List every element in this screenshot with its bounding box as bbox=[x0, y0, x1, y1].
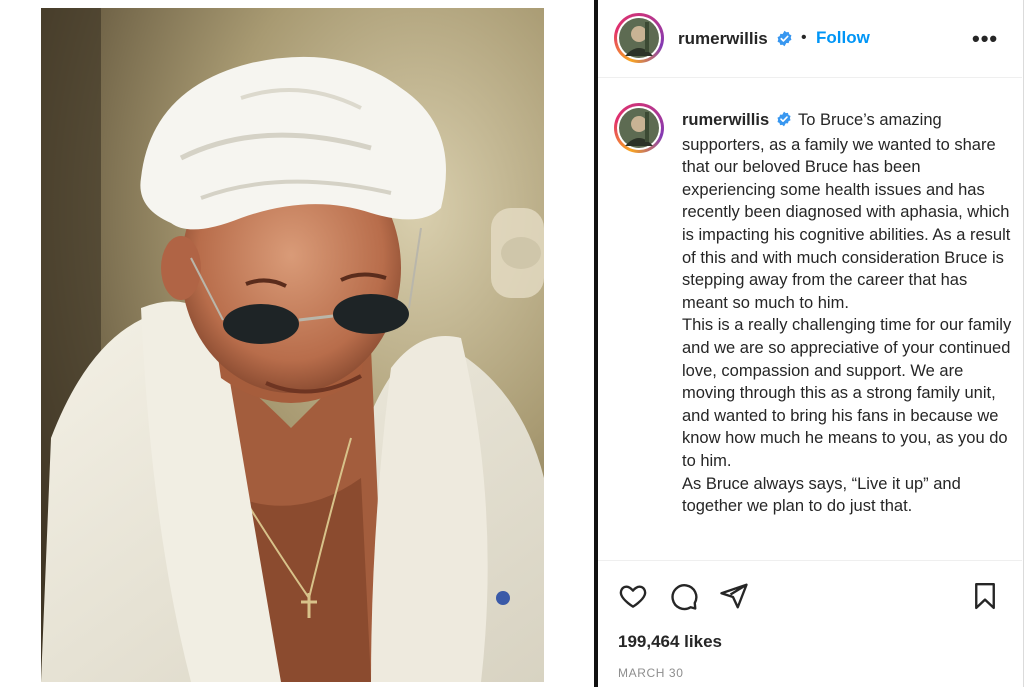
caption-body-1: To Bruce’s amazing supporters, as a fami… bbox=[682, 111, 1011, 312]
avatar-image bbox=[619, 18, 659, 58]
portrait-illustration bbox=[41, 8, 544, 682]
header-username[interactable]: rumerwillis bbox=[678, 29, 768, 49]
post-date[interactable]: MARCH 30 bbox=[618, 666, 683, 680]
caption-avatar[interactable] bbox=[614, 103, 664, 153]
post-photo[interactable] bbox=[41, 8, 544, 682]
follow-button[interactable]: Follow bbox=[816, 28, 870, 48]
likes-count[interactable]: 199,464 likes bbox=[618, 632, 722, 652]
header-avatar[interactable] bbox=[614, 13, 664, 63]
more-options-icon[interactable]: ••• bbox=[972, 26, 998, 52]
caption-paragraph-1: rumerwillis To Bruce’s amazing supporter… bbox=[682, 109, 1012, 314]
post-info-pane: rumerwillis • Follow ••• rumerwillis To … bbox=[598, 0, 1024, 687]
post-media-pane bbox=[0, 0, 594, 687]
avatar-image bbox=[619, 108, 659, 148]
caption-paragraph-2: This is a really challenging time for ou… bbox=[682, 316, 1012, 470]
post-header: rumerwillis • Follow ••• bbox=[598, 0, 1022, 78]
bookmark-icon[interactable] bbox=[970, 581, 1000, 616]
post-actions: 199,464 likes MARCH 30 bbox=[598, 560, 1022, 687]
verified-badge-icon bbox=[776, 30, 793, 52]
caption-area: rumerwillis To Bruce’s amazing supporter… bbox=[598, 79, 1022, 559]
heart-icon[interactable] bbox=[618, 581, 648, 616]
share-icon[interactable] bbox=[719, 581, 749, 616]
header-separator: • bbox=[801, 29, 807, 46]
caption-username[interactable]: rumerwillis bbox=[682, 111, 769, 129]
comment-icon[interactable] bbox=[669, 581, 699, 616]
verified-badge-icon bbox=[776, 111, 792, 134]
caption-paragraph-3: As Bruce always says, “Live it up” and t… bbox=[682, 474, 961, 516]
caption-text: rumerwillis To Bruce’s amazing supporter… bbox=[682, 109, 1012, 518]
